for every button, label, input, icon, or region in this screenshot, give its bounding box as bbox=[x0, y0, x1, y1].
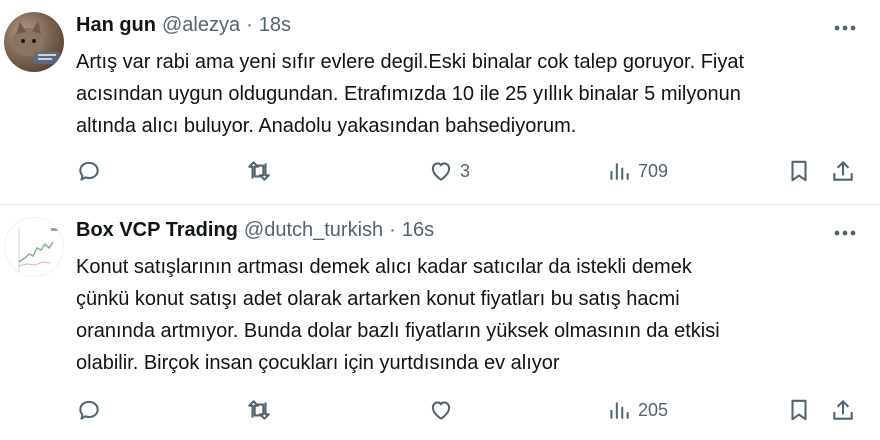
reply-button[interactable] bbox=[76, 395, 102, 425]
handle[interactable]: @alezya bbox=[162, 14, 240, 37]
chart-thumbnail-icon bbox=[18, 228, 59, 272]
timestamp[interactable]: 16s bbox=[402, 219, 434, 242]
views-bars-icon bbox=[610, 163, 629, 180]
views-bars-icon bbox=[610, 402, 629, 419]
bookmark-button[interactable] bbox=[786, 156, 812, 186]
tweet[interactable]: Box VCP Trading @dutch_turkish · 16s Kon… bbox=[0, 205, 880, 440]
like-button[interactable]: 3 bbox=[428, 156, 470, 186]
timestamp[interactable]: 18s bbox=[259, 14, 291, 37]
separator: · bbox=[246, 14, 253, 36]
tweet-header: Han gun @alezya · 18s bbox=[76, 14, 291, 42]
reply-bubble-icon bbox=[79, 400, 99, 420]
tweet-header: Box VCP Trading @dutch_turkish · 16s bbox=[76, 219, 434, 247]
heart-icon bbox=[431, 162, 451, 181]
view-count: 709 bbox=[638, 160, 669, 181]
tweet-text: Konut satışlarının artması demek alıcı k… bbox=[76, 256, 720, 374]
display-name[interactable]: Han gun bbox=[76, 14, 156, 37]
share-button[interactable] bbox=[830, 156, 856, 186]
tweet[interactable]: Han gun @alezya · 18s Artış var rabi ama… bbox=[0, 0, 880, 205]
retweet-icon bbox=[248, 400, 270, 420]
like-count: 3 bbox=[460, 160, 471, 181]
reply-bubble-icon bbox=[79, 161, 99, 181]
bookmark-icon bbox=[791, 160, 807, 182]
views-button[interactable]: 205 bbox=[606, 395, 668, 425]
cat-photo-icon bbox=[12, 21, 60, 64]
retweet-button[interactable] bbox=[246, 395, 272, 425]
more-dots-icon bbox=[834, 230, 856, 236]
like-button[interactable] bbox=[428, 395, 460, 425]
display-name[interactable]: Box VCP Trading bbox=[76, 219, 238, 242]
more-button[interactable] bbox=[830, 221, 860, 245]
avatar[interactable] bbox=[4, 217, 64, 277]
action-bar: 205 bbox=[76, 395, 860, 425]
avatar[interactable] bbox=[4, 12, 64, 72]
reply-button[interactable] bbox=[76, 156, 102, 186]
share-upload-icon bbox=[833, 400, 853, 420]
retweet-button[interactable] bbox=[246, 156, 272, 186]
heart-icon bbox=[431, 401, 451, 420]
views-button[interactable]: 709 bbox=[606, 156, 668, 186]
bookmark-icon bbox=[791, 399, 807, 421]
share-upload-icon bbox=[833, 161, 853, 181]
more-button[interactable] bbox=[830, 16, 860, 40]
share-button[interactable] bbox=[830, 395, 856, 425]
bookmark-button[interactable] bbox=[786, 395, 812, 425]
action-bar: 3 709 bbox=[76, 156, 860, 186]
handle[interactable]: @dutch_turkish bbox=[244, 219, 383, 242]
view-count: 205 bbox=[638, 399, 669, 420]
separator: · bbox=[389, 219, 396, 241]
more-dots-icon bbox=[834, 25, 856, 31]
retweet-icon bbox=[248, 161, 270, 181]
tweet-text: Artış var rabi ama yeni sıfır evlere deg… bbox=[76, 51, 745, 137]
